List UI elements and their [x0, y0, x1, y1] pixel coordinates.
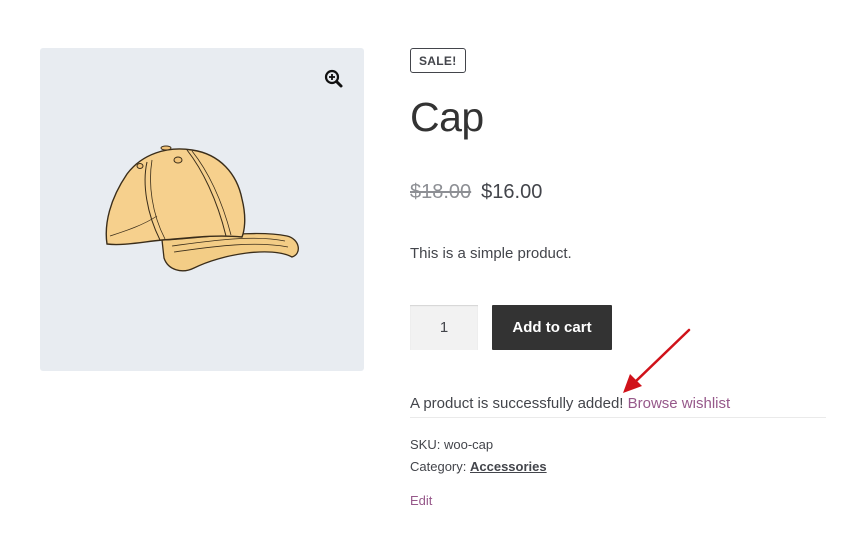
wishlist-notice: A product is successfully added! Browse … [410, 394, 826, 418]
sku-label: SKU: [410, 437, 441, 452]
category-row: Category: Accessories [410, 456, 547, 478]
product-price: $18.00 $16.00 [410, 179, 542, 205]
product-title: Cap [410, 94, 484, 140]
magnifier-plus-icon[interactable] [323, 68, 345, 90]
wishlist-message: A product is successfully added! [410, 395, 624, 412]
product-image-cap[interactable] [102, 144, 302, 274]
sku-row: SKU: woo-cap [410, 434, 547, 456]
product-description: This is a simple product. [410, 245, 572, 262]
product-meta: SKU: woo-cap Category: Accessories [410, 434, 547, 478]
quantity-input[interactable] [410, 305, 478, 350]
sku-value: woo-cap [443, 437, 494, 452]
category-label: Category: [410, 459, 467, 474]
add-to-cart-button[interactable]: Add to cart [492, 305, 612, 350]
browse-wishlist-link[interactable]: Browse wishlist [628, 395, 731, 412]
edit-link[interactable]: Edit [410, 491, 432, 511]
category-link[interactable]: Accessories [470, 459, 547, 474]
sale-price: $16.00 [481, 181, 543, 203]
product-gallery [40, 48, 364, 371]
regular-price: $18.00 [410, 181, 472, 203]
product-page: SALE! Cap $18.00 $16.00 This is a simple … [0, 0, 846, 539]
sale-badge: SALE! [410, 48, 466, 73]
